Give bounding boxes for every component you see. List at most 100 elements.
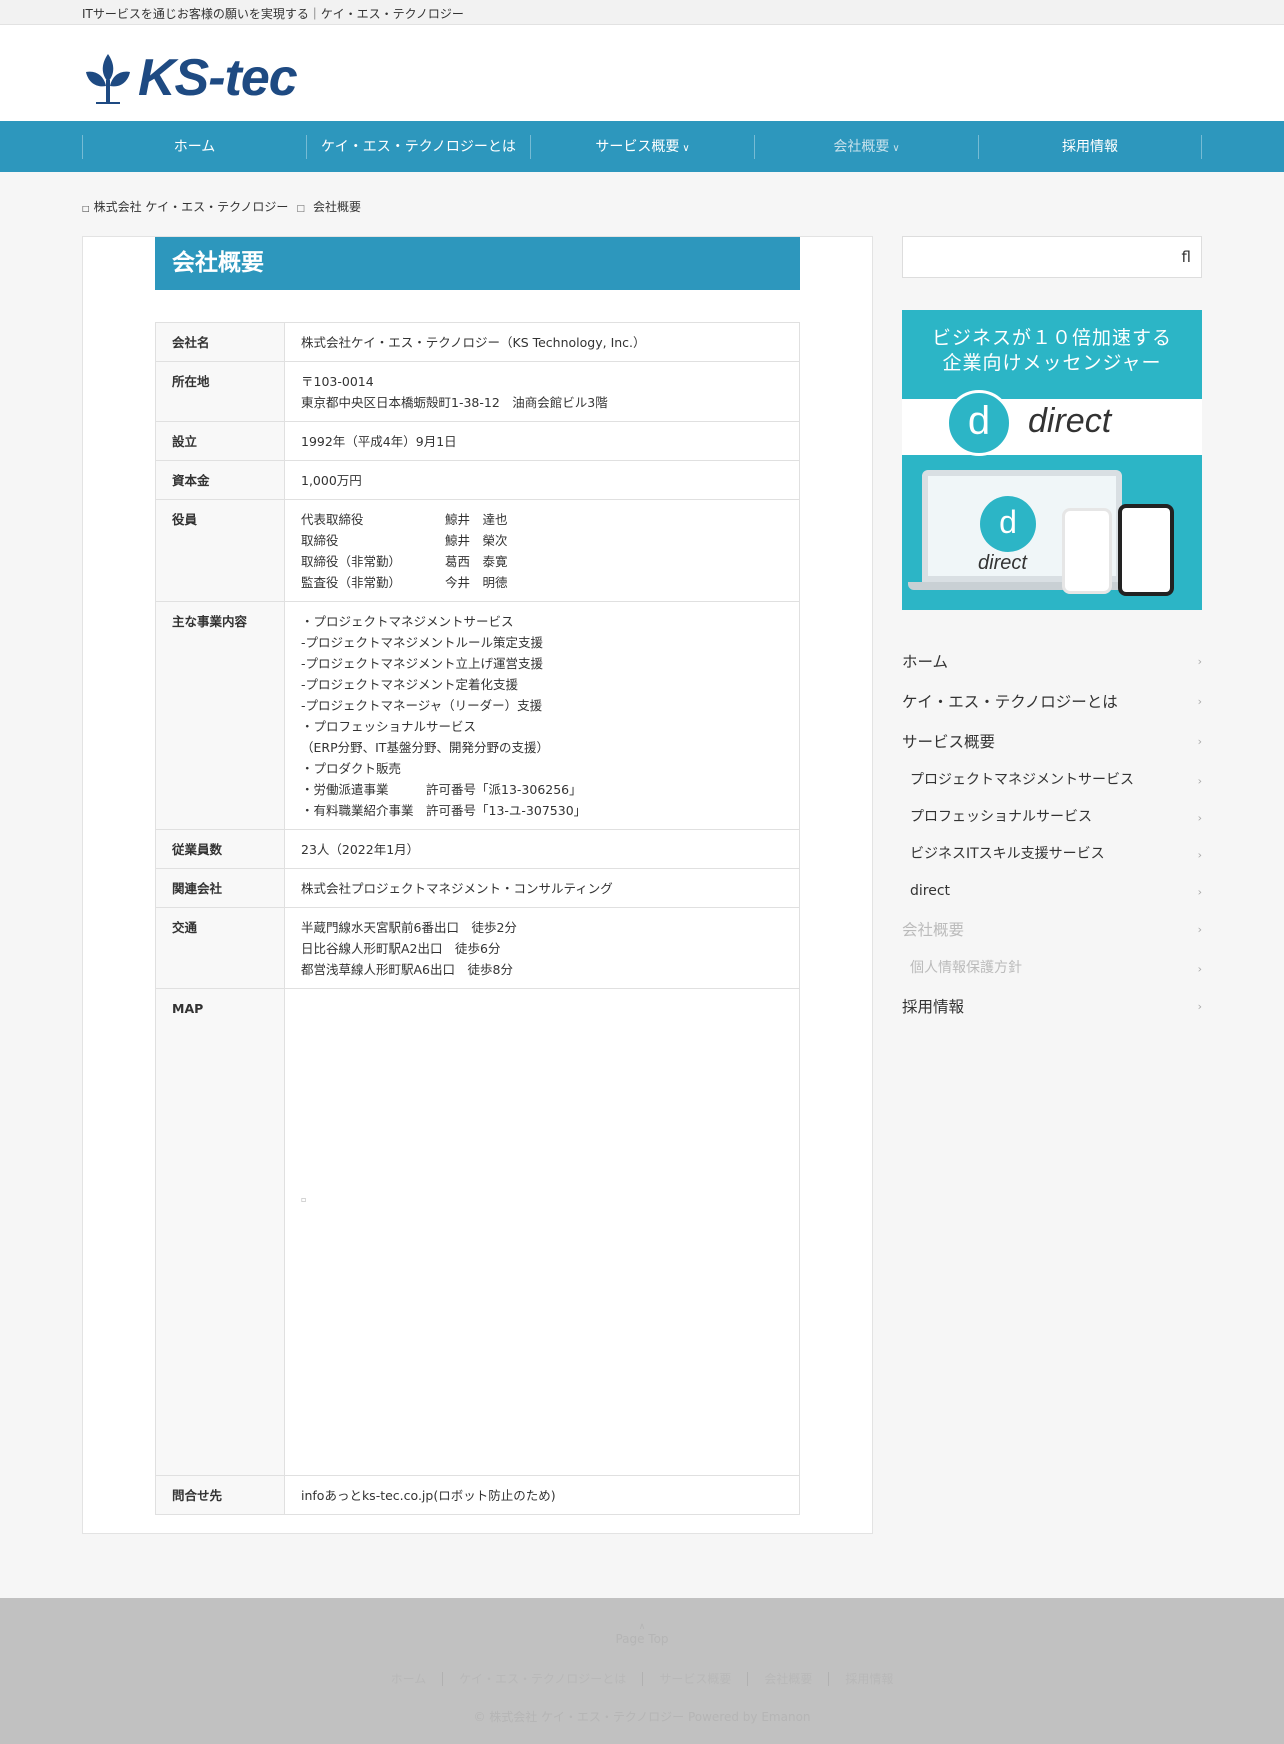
officer-role: 監査役（非常勤）: [301, 575, 402, 590]
sidebar-item-home[interactable]: ホーム ›: [902, 642, 1202, 682]
page-title: 会社概要: [155, 237, 800, 290]
sidebar-item-label: 会社概要: [902, 921, 965, 939]
chevron-right-icon: ›: [1197, 923, 1202, 936]
sidebar-item-privacy[interactable]: 個人情報保護方針 ›: [902, 950, 1202, 987]
access-line: 都営浅草線人形町駅A6出口 徒歩8分: [301, 962, 513, 977]
row-value: 半蔵門線水天宮駅前6番出口 徒歩2分 日比谷線人形町駅A2出口 徒歩6分 都営浅…: [284, 907, 800, 989]
officer-name: 葛西 泰寛: [445, 554, 508, 569]
footer-link-recruit[interactable]: 採用情報: [828, 1672, 910, 1686]
row-label: 設立: [155, 421, 285, 461]
chevron-right-icon: ›: [1197, 811, 1202, 824]
row-value: 株式会社ケイ・エス・テクノロジー（KS Technology, Inc.）: [284, 322, 800, 362]
row-value: infoあっとks-tec.co.jp(ロボット防止のため): [284, 1475, 800, 1515]
access-line: 日比谷線人形町駅A2出口 徒歩6分: [301, 941, 501, 956]
chevron-right-icon: ›: [1197, 962, 1202, 975]
row-value: 〒103-0014 東京都中央区日本橋蛎殻町1-38-12 油商会館ビル3階: [284, 361, 800, 422]
sidebar-item-about[interactable]: ケイ・エス・テクノロジーとは ›: [902, 682, 1202, 722]
business-line: -プロジェクトマネジメント立上げ運営支援: [301, 656, 544, 671]
table-row: 設立 1992年（平成4年）9月1日: [155, 421, 800, 461]
footer-link-about[interactable]: ケイ・エス・テクノロジーとは: [442, 1672, 643, 1686]
nav-item-services[interactable]: サービス概要 ∨: [530, 135, 754, 159]
row-value: 代表取締役 鯨井 達也 取締役 鯨井 榮次 取締役（非常勤） 葛西 泰寛 監査役（非常…: [284, 499, 800, 602]
business-line: ・プロフェッショナルサービス: [301, 719, 477, 734]
site-logo[interactable]: KS-tec: [82, 50, 342, 106]
table-row: 問合せ先 infoあっとks-tec.co.jp(ロボット防止のため): [155, 1475, 800, 1515]
table-row: 関連会社 株式会社プロジェクトマネジメント・コンサルティング: [155, 868, 800, 908]
nav-item-about[interactable]: ケイ・エス・テクノロジーとは: [306, 135, 530, 159]
footer-link-services[interactable]: サービス概要: [642, 1672, 748, 1686]
search-input[interactable]: ﬂ: [902, 236, 1202, 278]
banner-brand: direct: [1028, 402, 1112, 440]
sidebar-item-label: サービス概要: [902, 733, 996, 751]
sidebar-item-label: 個人情報保護方針: [910, 960, 1022, 976]
business-line: -プロジェクトマネジメント定着化支援: [301, 677, 519, 692]
laptop-brand: direct: [978, 552, 1027, 574]
top-bar: ITサービスを通じお客様の願いを実現する｜ケイ・エス・テクノロジー: [0, 0, 1284, 25]
direct-banner[interactable]: ビジネスが１０倍加速する 企業向けメッセンジャー d direct d dire…: [902, 310, 1202, 610]
officer-entry: 監査役（非常勤） 今井 明徳: [301, 572, 783, 593]
row-label: 関連会社: [155, 868, 285, 908]
footer-link-home[interactable]: ホーム: [375, 1672, 443, 1686]
table-row: 従業員数 23人（2022年1月）: [155, 829, 800, 869]
nav-item-recruit[interactable]: 採用情報: [978, 135, 1202, 159]
sprout-icon: [86, 54, 130, 104]
banner-headline-line: 企業向けメッセンジャー: [942, 352, 1162, 374]
officer-name: 今井 明徳: [445, 575, 508, 590]
business-line: -プロジェクトマネジメントルール策定支援: [301, 635, 544, 650]
business-line: -プロジェクトマネージャ（リーダー）支援: [301, 698, 543, 713]
row-label: 資本金: [155, 460, 285, 500]
business-line: （ERP分野、IT基盤分野、開発分野の支援）: [301, 740, 549, 755]
page-top-button[interactable]: ∧ Page Top: [0, 1622, 1284, 1646]
officer-entry: 代表取締役 鯨井 達也: [301, 509, 783, 530]
chevron-down-icon: ∨: [892, 143, 900, 154]
officer-role: 取締役（非常勤）: [301, 554, 402, 569]
search-icon[interactable]: ﬂ: [1182, 248, 1191, 266]
row-value: 23人（2022年1月）: [284, 829, 800, 869]
sidebar-item-it-skill[interactable]: ビジネスITスキル支援サービス ›: [902, 836, 1202, 873]
footer-link-company[interactable]: 会社概要: [747, 1672, 829, 1686]
phone-image: [1062, 508, 1112, 594]
table-row: 役員 代表取締役 鯨井 達也 取締役 鯨井 榮次 取締役（非常勤） 葛西 泰寛 監査役…: [155, 499, 800, 602]
breadcrumb: □ 株式会社 ケイ・エス・テクノロジー □ 会社概要: [82, 198, 361, 215]
sidebar-menu: ホーム › ケイ・エス・テクノロジーとは › サービス概要 › プロジェクトマネジメン…: [902, 642, 1202, 1027]
sidebar-item-label: ケイ・エス・テクノロジーとは: [902, 693, 1118, 711]
sidebar-item-direct[interactable]: direct ›: [902, 873, 1202, 910]
banner-headline: ビジネスが１０倍加速する 企業向けメッセンジャー: [902, 326, 1202, 376]
business-line: ・有料職業紹介事業 許可番号「13-ユ-307530」: [301, 803, 587, 818]
nav-item-company[interactable]: 会社概要 ∨: [754, 135, 978, 159]
sidebar-item-label: プロフェッショナルサービス: [910, 809, 1092, 825]
sidebar-item-company[interactable]: 会社概要 ›: [902, 910, 1202, 950]
chevron-right-icon: ›: [1197, 695, 1202, 708]
chevron-right-icon: ›: [1197, 1000, 1202, 1013]
row-value: ・プロジェクトマネジメントサービス -プロジェクトマネジメントルール策定支援 -…: [284, 601, 800, 830]
breadcrumb-home[interactable]: 株式会社 ケイ・エス・テクノロジー: [94, 200, 289, 214]
street-address: 東京都中央区日本橋蛎殻町1-38-12 油商会館ビル3階: [301, 395, 608, 410]
breadcrumb-separator-icon: □: [296, 204, 305, 214]
officer-entry: 取締役 鯨井 榮次: [301, 530, 783, 551]
officer-name: 鯨井 榮次: [445, 533, 508, 548]
chevron-down-icon: ∨: [682, 143, 690, 154]
row-label: 会社名: [155, 322, 285, 362]
copyright: © 株式会社 ケイ・エス・テクノロジー Powered by Emanon: [473, 1710, 811, 1724]
footer-nav: ホーム ケイ・エス・テクノロジーとは サービス概要 会社概要 採用情報: [0, 1670, 1284, 1687]
table-row: 資本金 1,000万円: [155, 460, 800, 500]
business-line: ・プロダクト販売: [301, 761, 402, 776]
row-label: MAP: [155, 988, 285, 1476]
officer-name: 鯨井 達也: [445, 512, 508, 527]
nav-item-home[interactable]: ホーム: [82, 135, 306, 159]
direct-logo-icon: d: [980, 496, 1036, 552]
nav-item-label: 採用情報: [1062, 139, 1118, 155]
sidebar-item-recruit[interactable]: 採用情報 ›: [902, 987, 1202, 1027]
sidebar-item-pm-service[interactable]: プロジェクトマネジメントサービス ›: [902, 762, 1202, 799]
sidebar-item-services[interactable]: サービス概要 ›: [902, 722, 1202, 762]
chevron-right-icon: ›: [1197, 655, 1202, 668]
map-embed[interactable]: ▫: [284, 988, 800, 1476]
row-value: 1,000万円: [284, 460, 800, 500]
page-top-label: Page Top: [615, 1632, 669, 1646]
sidebar-item-professional-service[interactable]: プロフェッショナルサービス ›: [902, 799, 1202, 836]
row-label: 従業員数: [155, 829, 285, 869]
chevron-right-icon: ›: [1197, 848, 1202, 861]
sidebar-item-label: プロジェクトマネジメントサービス: [910, 772, 1134, 788]
logo-text: KS-tec: [138, 49, 298, 107]
nav-item-label: ケイ・エス・テクノロジーとは: [321, 139, 516, 155]
